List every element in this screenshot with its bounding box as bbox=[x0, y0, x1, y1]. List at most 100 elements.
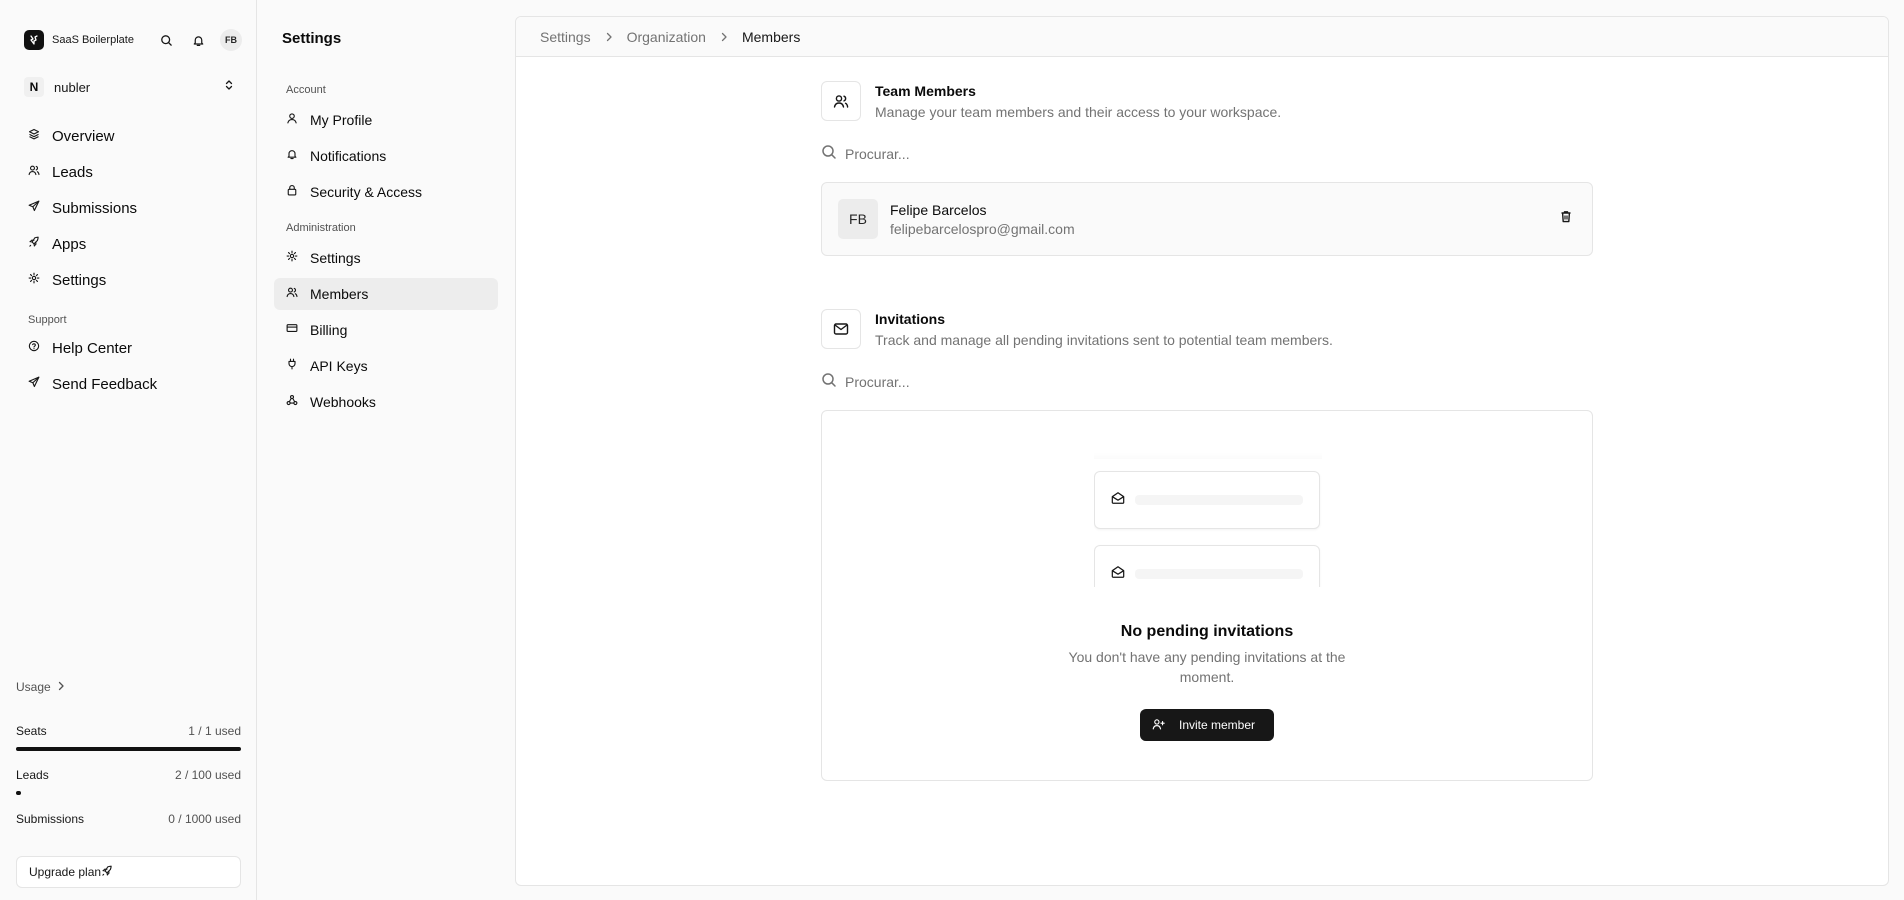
invite-member-button[interactable]: Invite member bbox=[1140, 709, 1274, 741]
settings-item-label: Members bbox=[310, 286, 369, 302]
users-icon bbox=[821, 81, 861, 121]
invitations-description: Track and manage all pending invitations… bbox=[875, 332, 1333, 348]
settings-item-my-profile[interactable]: My Profile bbox=[274, 104, 498, 136]
users-icon bbox=[286, 285, 298, 303]
member-search bbox=[821, 143, 1593, 165]
meter-track bbox=[16, 791, 241, 795]
chevron-right-icon bbox=[720, 32, 728, 42]
delete-member-button[interactable] bbox=[1556, 209, 1576, 229]
settings-sidebar: Settings Account My Profile Notification… bbox=[258, 0, 510, 900]
webhook-icon bbox=[286, 393, 298, 411]
main-panel: Settings Organization Members Team Membe… bbox=[515, 16, 1889, 886]
plug-icon bbox=[286, 357, 298, 375]
user-icon bbox=[286, 111, 298, 129]
rocket-icon bbox=[28, 235, 40, 253]
nav-item-send-feedback[interactable]: Send Feedback bbox=[16, 366, 242, 402]
brand-name: SaaS Boilerplate bbox=[52, 34, 134, 46]
team-members-description: Manage your team members and their acces… bbox=[875, 104, 1282, 120]
layers-icon bbox=[28, 127, 40, 145]
credit-card-icon bbox=[286, 321, 298, 339]
member-name: Felipe Barcelos bbox=[890, 201, 987, 218]
meter-value: 2 / 100 used bbox=[174, 768, 241, 782]
nav-item-label: Settings bbox=[52, 271, 107, 289]
settings-item-api-keys[interactable]: API Keys bbox=[274, 350, 498, 382]
nav-item-help-center[interactable]: Help Center bbox=[16, 330, 242, 366]
meter-track bbox=[16, 747, 241, 751]
bell-icon bbox=[286, 147, 298, 165]
usage-meter-seats: Seats 1 / 1 used bbox=[16, 724, 241, 751]
brand-row: SaaS Boilerplate FB bbox=[24, 29, 242, 51]
send-icon bbox=[28, 375, 40, 393]
meter-value: 0 / 1000 used bbox=[168, 812, 241, 826]
gear-icon bbox=[28, 271, 40, 289]
search-icon[interactable] bbox=[156, 30, 176, 50]
invitation-search-input[interactable] bbox=[845, 374, 1445, 390]
mail-icon bbox=[821, 309, 861, 349]
ghost-invite-card bbox=[1094, 471, 1320, 529]
empty-state-description: You don't have any pending invitations a… bbox=[1068, 649, 1346, 685]
settings-item-label: My Profile bbox=[310, 112, 373, 128]
breadcrumb: Settings Organization Members bbox=[516, 17, 1888, 57]
nav-item-leads[interactable]: Leads bbox=[16, 154, 242, 190]
member-search-input[interactable] bbox=[845, 146, 1445, 162]
settings-item-security[interactable]: Security & Access bbox=[274, 176, 498, 208]
chevron-up-down-icon bbox=[224, 78, 234, 96]
settings-account-group: Account My Profile Notifications Securit… bbox=[274, 80, 498, 208]
bell-icon[interactable] bbox=[188, 30, 208, 50]
team-members-section: Team Members Manage your team members an… bbox=[821, 81, 1593, 256]
settings-title: Settings bbox=[282, 30, 342, 47]
support-heading: Support bbox=[28, 314, 67, 326]
org-switcher[interactable]: N nubler bbox=[16, 74, 242, 100]
settings-item-members[interactable]: Members bbox=[274, 278, 498, 310]
usage-toggle[interactable]: Usage bbox=[16, 680, 65, 694]
member-email: felipebarcelospro@gmail.com bbox=[890, 220, 1075, 237]
invitation-search bbox=[821, 371, 1593, 393]
nav-item-label: Send Feedback bbox=[52, 375, 158, 393]
empty-state-title: No pending invitations bbox=[1120, 623, 1294, 640]
chevron-right-icon bbox=[51, 680, 65, 694]
mail-open-icon bbox=[1111, 565, 1125, 584]
brand-logo-icon[interactable] bbox=[24, 30, 44, 50]
admin-heading: Administration bbox=[286, 222, 356, 234]
nav-item-label: Leads bbox=[52, 163, 93, 181]
nav-item-label: Apps bbox=[52, 235, 87, 253]
team-members-title: Team Members bbox=[875, 83, 976, 99]
search-icon bbox=[821, 372, 837, 393]
chevron-right-icon bbox=[605, 32, 613, 42]
invitations-empty-state: No pending invitations You don't have an… bbox=[821, 410, 1593, 781]
settings-item-billing[interactable]: Billing bbox=[274, 314, 498, 346]
account-heading: Account bbox=[286, 84, 326, 96]
user-plus-icon bbox=[1152, 718, 1165, 733]
help-circle-icon bbox=[28, 339, 40, 357]
trash-icon bbox=[1560, 210, 1572, 228]
org-badge: N bbox=[24, 77, 44, 97]
mail-open-icon bbox=[1111, 491, 1125, 510]
lock-icon bbox=[286, 183, 298, 201]
user-avatar[interactable]: FB bbox=[220, 29, 242, 51]
settings-admin-group: Administration Settings Members Billing … bbox=[274, 218, 498, 418]
nav-item-overview[interactable]: Overview bbox=[16, 118, 242, 154]
member-avatar: FB bbox=[838, 199, 878, 239]
usage-meter-leads: Leads 2 / 100 used bbox=[16, 768, 241, 795]
breadcrumb-organization[interactable]: Organization bbox=[627, 29, 706, 45]
settings-item-label: Security & Access bbox=[310, 184, 423, 200]
nav-item-settings[interactable]: Settings bbox=[16, 262, 242, 298]
main-nav: Overview Leads Submissions Apps Settings bbox=[16, 118, 242, 298]
search-icon bbox=[821, 144, 837, 165]
upgrade-plan-button[interactable]: Upgrade plan bbox=[16, 856, 241, 888]
settings-item-label: API Keys bbox=[310, 358, 368, 374]
app-sidebar: SaaS Boilerplate FB N nubler Overview Le… bbox=[0, 0, 257, 900]
settings-item-notifications[interactable]: Notifications bbox=[274, 140, 498, 172]
meter-value: 1 / 1 used bbox=[188, 724, 241, 738]
nav-item-label: Overview bbox=[52, 127, 115, 145]
meter-name: Seats bbox=[16, 724, 47, 738]
send-icon bbox=[28, 199, 40, 217]
breadcrumb-settings[interactable]: Settings bbox=[540, 29, 591, 45]
settings-item-settings[interactable]: Settings bbox=[274, 242, 498, 274]
gear-icon bbox=[286, 249, 298, 267]
nav-item-submissions[interactable]: Submissions bbox=[16, 190, 242, 226]
settings-item-webhooks[interactable]: Webhooks bbox=[274, 386, 498, 418]
invitations-title: Invitations bbox=[875, 311, 946, 327]
settings-item-label: Notifications bbox=[310, 148, 387, 164]
nav-item-apps[interactable]: Apps bbox=[16, 226, 242, 262]
